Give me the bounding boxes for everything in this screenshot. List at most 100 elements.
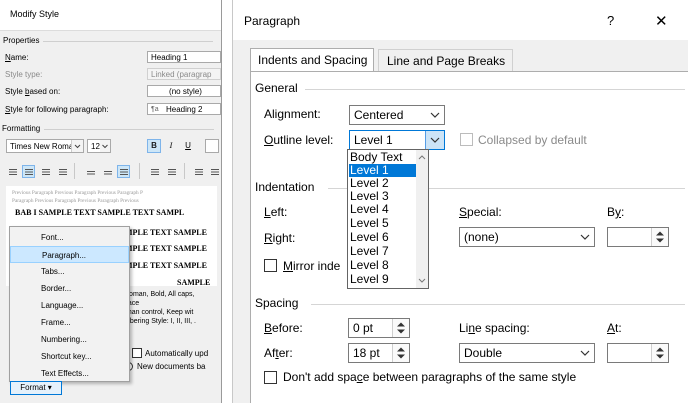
bold-button[interactable]: B [147,139,161,153]
format-button[interactable]: Format ▾ [10,381,62,395]
outline-level-select[interactable]: Level 1 [349,130,445,150]
mirror-indents-checkbox[interactable] [264,259,277,272]
toolbar-divider [74,163,75,179]
align-center-icon [25,169,33,175]
menu-item-language[interactable]: Language... [10,297,129,314]
preview-sample-text: MPLE TEXT SAMPLE [125,261,207,270]
line-spacing-select[interactable]: Double [459,343,595,363]
italic-button[interactable]: I [164,139,178,153]
right-indent-label: Right: [264,231,296,245]
format-menu: Font... Paragraph... Tabs... Border... L… [9,226,130,382]
paragraph-dialog: Paragraph ? ✕ Indents and Spacing Line a… [232,0,688,403]
chevron-down-icon [425,106,444,124]
list-item[interactable]: Level 6 [349,231,417,244]
modify-style-titlebar: Modify Style [0,0,221,31]
space-after-icon [168,169,176,175]
special-label: Special: [459,205,502,219]
dont-add-space-label: Don't add space between paragraphs of th… [283,370,577,384]
dont-add-space-checkbox[interactable] [264,371,277,384]
increase-indent-icon [211,169,219,175]
divider [305,89,685,90]
by-label: By: [607,205,625,219]
name-label: Name: [5,53,29,62]
alignment-select[interactable]: Centered [349,105,445,125]
list-item[interactable]: Level 8 [349,259,417,272]
paragraph-titlebar: Paragraph ? ✕ [233,0,688,40]
left-indent-label: Left: [264,205,288,219]
auto-update-checkbox[interactable] [132,348,142,358]
double-spacing-button[interactable] [117,165,130,178]
special-select[interactable]: (none) [459,227,595,247]
style-description: mbering Style: I, II, III, . [124,318,196,325]
name-field[interactable]: Heading 1 [147,51,221,63]
following-label: Style for following paragraph: [5,105,109,114]
style-type-label: Style type: [5,70,43,79]
menu-item-shortcut-key[interactable]: Shortcut key... [10,348,129,365]
help-icon[interactable]: ? [607,13,614,28]
one-half-spacing-button[interactable] [101,165,114,178]
spinner-icon[interactable] [651,228,668,246]
font-color-combo[interactable] [205,139,219,153]
after-input[interactable]: 18 pt [348,343,410,363]
style-based-field[interactable]: (no style) [147,85,221,97]
single-spacing-button[interactable] [84,165,97,178]
menu-item-frame[interactable]: Frame... [10,314,129,331]
scroll-down-icon[interactable] [416,276,428,286]
menu-item-tabs[interactable]: Tabs... [10,263,129,280]
decrease-indent-button[interactable] [192,165,205,178]
by-input[interactable] [607,227,669,247]
preview-sample-text: MPLE TEXT SAMPLE [125,244,207,253]
tab-indents-and-spacing[interactable]: Indents and Spacing [250,48,374,72]
font-size-combo[interactable]: 12 [87,139,111,153]
align-center-button[interactable] [22,165,35,178]
spinner-icon[interactable] [392,319,409,337]
spinner-icon[interactable] [651,344,668,362]
space-after-button[interactable] [165,165,178,178]
menu-item-border[interactable]: Border... [10,280,129,297]
toolbar-divider [139,163,140,179]
at-label: At: [607,321,622,335]
align-right-button[interactable] [39,165,52,178]
space-before-button[interactable] [148,165,161,178]
list-item[interactable]: Level 9 [349,273,417,286]
chevron-down-icon [71,140,83,152]
font-name-combo[interactable]: Times New Roman [6,139,84,153]
properties-header: Properties [3,36,217,45]
underline-button[interactable]: U [181,139,195,153]
collapsed-checkbox[interactable] [460,133,473,146]
paragraph-mark-icon: ¶a [151,106,159,113]
space-before-icon [151,169,159,175]
menu-item-paragraph[interactable]: Paragraph... [10,246,129,263]
increase-indent-button[interactable] [208,165,221,178]
tab-line-and-page-breaks[interactable]: Line and Page Breaks [378,49,513,71]
menu-item-font[interactable]: Font... [10,229,129,246]
mirror-indents-label: Mirror inde [283,259,341,273]
modify-style-title: Modify Style [10,9,60,19]
chevron-down-icon [425,131,444,149]
menu-item-numbering[interactable]: Numbering... [10,331,129,348]
list-item[interactable]: Level 4 [349,203,417,216]
scroll-up-icon[interactable] [416,152,428,162]
collapsed-label: Collapsed by default [478,133,587,147]
close-icon[interactable]: ✕ [655,12,668,30]
line-spacing-label: Line spacing: [459,321,530,335]
spinner-icon[interactable] [392,344,409,362]
align-left-button[interactable] [6,165,19,178]
list-item[interactable]: Level 5 [349,217,417,230]
chevron-down-icon [100,140,110,152]
preview-sample-text: MPLE TEXT SAMPLE [125,228,207,237]
list-item[interactable]: Level 7 [349,245,417,258]
indentation-header: Indentation [255,180,315,194]
style-description: ohan control, Keep wit [124,309,194,316]
chevron-down-icon [575,344,594,362]
scrollbar[interactable] [416,150,428,288]
at-input[interactable] [607,343,669,363]
style-type-field: Linked (paragrap [147,68,221,80]
paragraph-title: Paragraph [244,14,301,28]
formatting-header: Formatting [2,124,216,133]
justify-button[interactable] [56,165,69,178]
new-documents-label: New documents ba [137,362,206,371]
before-input[interactable]: 0 pt [348,318,410,338]
menu-item-text-effects[interactable]: Text Effects... [10,365,129,382]
following-field[interactable]: ¶a Heading 2 [147,103,221,115]
